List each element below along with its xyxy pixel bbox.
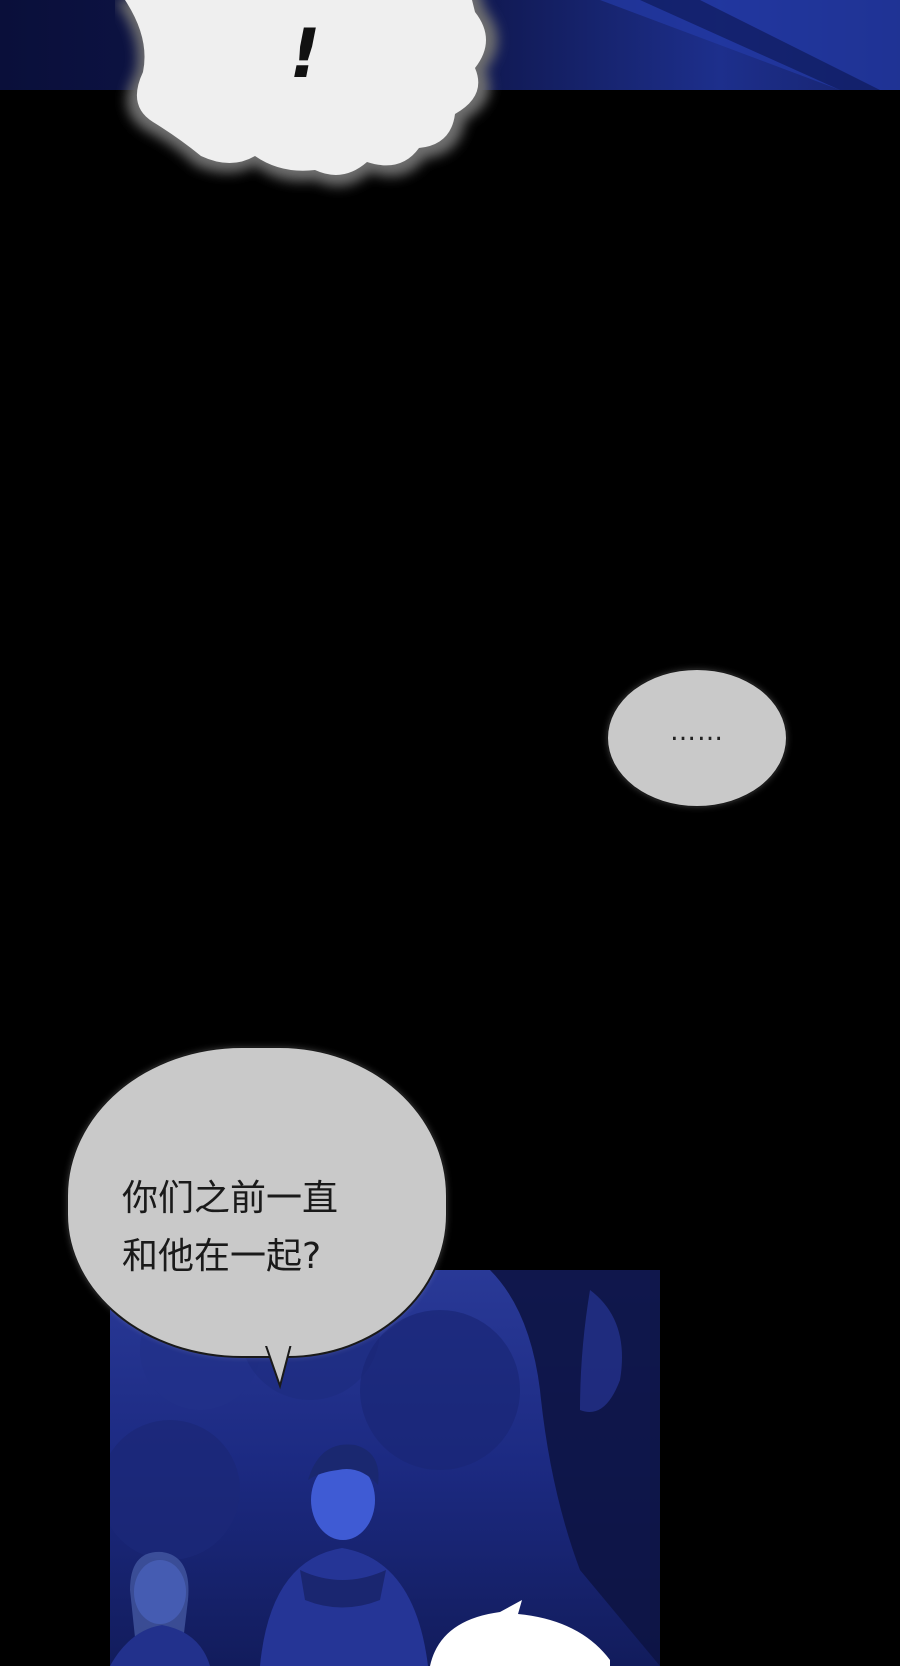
exclaim-text: ! (289, 15, 321, 94)
comic-page: ! …… 你们之前一直 和他在一起? (0, 0, 900, 1666)
speech-bubble: 你们之前一直 和他在一起? (66, 1046, 448, 1358)
ellipsis-text: …… (670, 717, 724, 747)
speech-text: 你们之前一直 和他在一起? (122, 1178, 339, 1277)
speech-bubble-tail (262, 1340, 302, 1390)
partial-white-bubble (430, 1600, 610, 1666)
ellipsis-bubble: …… (606, 668, 788, 808)
